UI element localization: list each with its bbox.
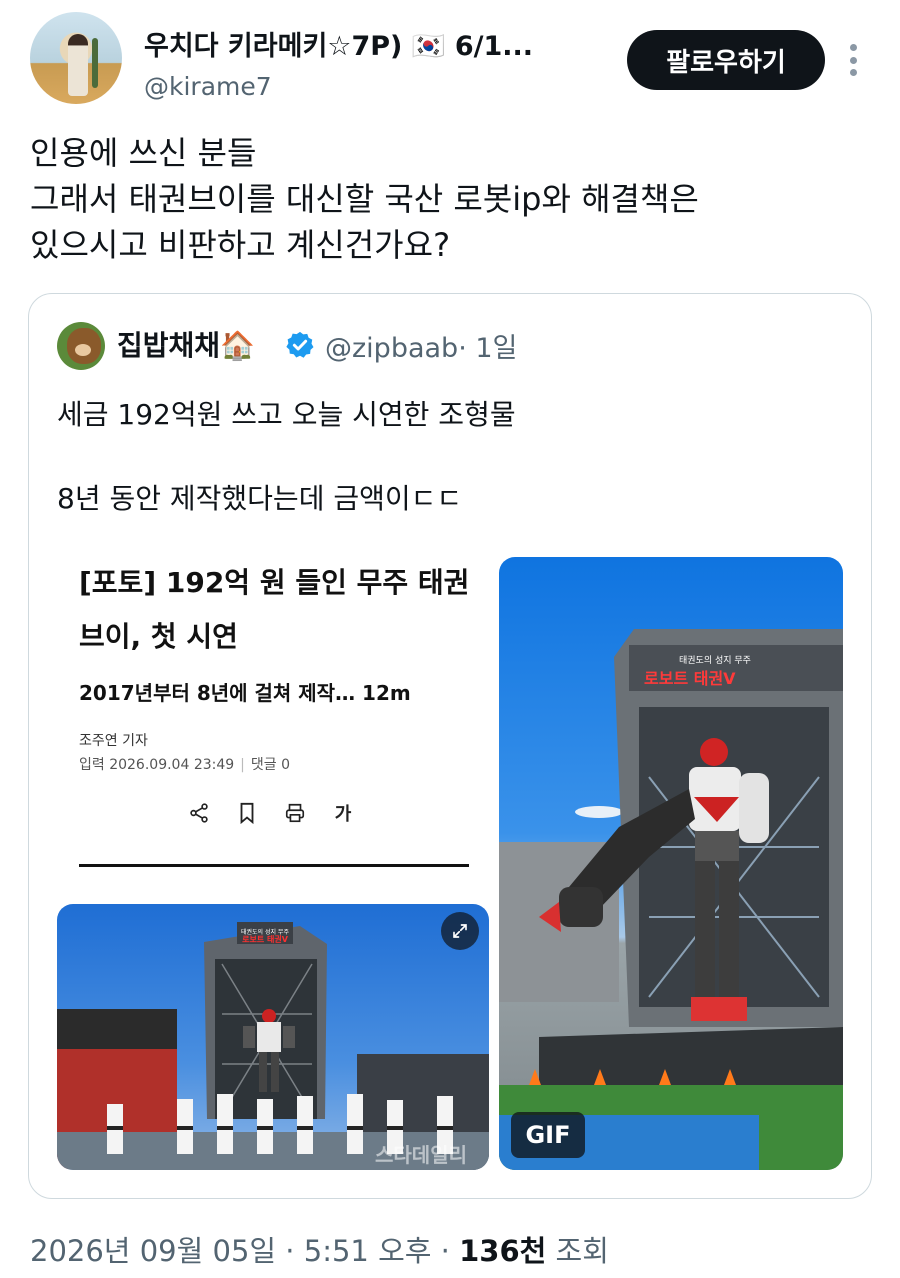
- tweet-line: 인용에 쓰신 분들: [30, 134, 257, 172]
- tweet-line: 있으시고 비판하고 계신건가요?: [30, 226, 451, 264]
- share-icon: [187, 800, 211, 826]
- verified-badge-icon: [286, 331, 314, 358]
- views-label: 조회: [546, 1234, 609, 1268]
- article-meta: 입력 2026.09.04 23:49 | 댓글 0: [79, 757, 291, 773]
- avatar-plant: [92, 38, 98, 88]
- print-icon: [283, 800, 307, 826]
- quote-time: · 1일: [458, 333, 518, 364]
- svg-text:로보트 태권V: 로보트 태권V: [644, 669, 736, 688]
- expand-icon[interactable]: [441, 912, 479, 950]
- svg-text:스타데일리: 스타데일리: [375, 1143, 467, 1167]
- quote-handle-text: @zipbaab: [325, 333, 459, 364]
- gif-badge: GIF: [511, 1112, 585, 1158]
- svg-text:로보트 태권V: 로보트 태권V: [242, 934, 289, 944]
- article-comments: 댓글 0: [250, 757, 291, 773]
- author-handle[interactable]: @kirame7: [144, 72, 272, 101]
- views-count: 136천: [459, 1234, 547, 1268]
- author-display-name[interactable]: 우치다 키라메키☆7P) 🇰🇷 6/1...: [144, 24, 533, 63]
- avatar-figure: [68, 34, 88, 96]
- photo-robot-demo[interactable]: 태권도의 성지 무주 로보트 태권V 스타데일리: [57, 904, 489, 1170]
- quote-line: 8년 동안 제작했다는데 금액이ㄷㄷ: [57, 482, 463, 515]
- article-divider: [79, 864, 469, 867]
- article-subtitle: 2017년부터 8년에 걸쳐 제작… 12m: [79, 681, 411, 705]
- tweet-line: 그래서 태권브이를 대신할 국산 로봇ip와 해결책은: [30, 180, 699, 218]
- quote-text: 세금 192억원 쓰고 오늘 시연한 조형물 8년 동안 제작했다는데 금액이ㄷ…: [57, 394, 516, 520]
- quoted-tweet-card[interactable]: 집밥채채🏠 @zipbaab· 1일 세금 192억원 쓰고 오늘 시연한 조형…: [28, 293, 872, 1199]
- quote-author-handle: @zipbaab· 1일: [325, 326, 517, 365]
- follow-button[interactable]: 팔로우하기: [627, 30, 825, 90]
- article-date: 입력 2026.09.04 23:49: [79, 757, 235, 773]
- font-size-icon: 가: [334, 804, 352, 825]
- quote-author-avatar[interactable]: [57, 322, 105, 370]
- author-avatar[interactable]: [30, 12, 122, 104]
- article-title: [포토] 192억 원 들인 무주 태권브이, 첫 시연: [79, 566, 470, 653]
- bookmark-icon: [235, 800, 259, 826]
- quote-author-name[interactable]: 집밥채채🏠: [117, 324, 255, 364]
- more-options-icon[interactable]: [840, 40, 866, 80]
- svg-text:태권도의 성지 무주: 태권도의 성지 무주: [679, 654, 751, 666]
- robot-gif-photo: 태권도의 성지 무주 로보트 태권V: [499, 629, 843, 1170]
- quote-line: [57, 436, 516, 478]
- tweet-text: 인용에 쓰신 분들 그래서 태권브이를 대신할 국산 로봇ip와 해결책은 있으…: [30, 130, 860, 268]
- photo-robot-gif[interactable]: 태권도의 성지 무주 로보트 태권V GIF: [499, 557, 843, 1170]
- tweet-timestamp-views: 2026년 09월 05일 · 5:51 오후 · 136천 조회: [30, 1228, 609, 1270]
- robot-demo-photo: 태권도의 성지 무주 로보트 태권V 스타데일리: [57, 922, 489, 1170]
- article-author: 조주연 기자: [79, 733, 148, 749]
- bear-snout: [75, 344, 91, 356]
- article-toolbar: 가: [187, 800, 355, 826]
- quote-line: 세금 192억원 쓰고 오늘 시연한 조형물: [57, 398, 516, 431]
- tweet-timestamp[interactable]: 2026년 09월 05일 · 5:51 오후 ·: [30, 1234, 459, 1268]
